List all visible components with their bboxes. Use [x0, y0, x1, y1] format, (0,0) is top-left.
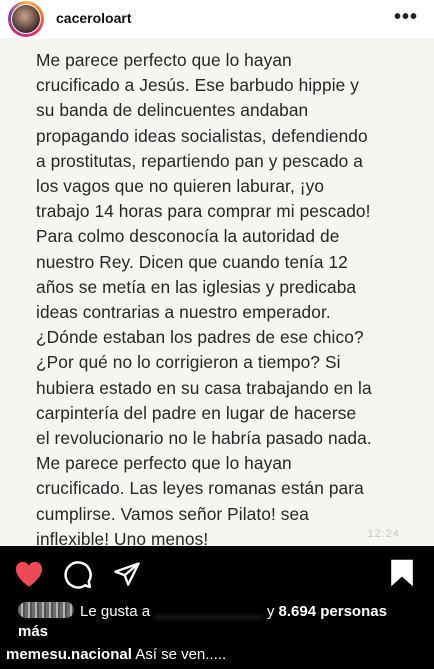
post-text-line: crucificado a Jesús. Ese barbudo hippie … — [36, 75, 360, 96]
bookmark-icon[interactable] — [390, 558, 414, 588]
more-options-icon[interactable]: ••• — [394, 6, 418, 29]
post-text-line: Me parece perfecto que lo hayan — [36, 50, 292, 70]
post-text-line: ¿Por qué no lo corrigieron a tiempo? Si — [36, 352, 341, 373]
post-text-line: trabajo 14 horas para comprar mi pescado… — [36, 201, 371, 222]
comment-icon[interactable] — [63, 560, 93, 590]
post-text-line: ideas contrarias a nuestro emperador. — [36, 302, 331, 323]
post-header: caceroloart ••• — [0, 0, 434, 39]
post-text-line: carpintería del padre en lugar de hacers… — [36, 402, 357, 423]
likes-prefix: Le gusta a — [80, 603, 151, 620]
likes-suffix[interactable]: más — [18, 623, 48, 640]
post-text: Me parece perfecto que lo hayan crucific… — [36, 48, 426, 546]
username-link[interactable]: caceroloart — [56, 10, 131, 26]
post-text-line: su banda de delincuentes andaban — [36, 100, 309, 121]
post-text-line: a prostitutas, repartiendo pan y pescado… — [36, 150, 363, 171]
liker-name[interactable]: _____________ — [154, 602, 262, 622]
post-text-line: años se metía en las iglesias y predicab… — [36, 276, 357, 297]
share-icon[interactable] — [113, 560, 141, 588]
likes-middle: y — [266, 603, 275, 620]
post-text-line: nuestro Rey. Dicen que cuando tenía 12 — [36, 251, 348, 272]
post-text-line: Me parece perfecto que lo hayan — [36, 453, 292, 474]
post-text-line: propagando ideas socialistas, defendiend… — [36, 125, 368, 146]
heart-icon[interactable] — [14, 560, 44, 588]
post-timestamp: 12:24 — [367, 528, 400, 540]
post-image[interactable]: Me parece perfecto que lo hayan crucific… — [0, 38, 434, 546]
avatar[interactable] — [8, 1, 44, 37]
post-text-line: ¿Dónde estaban los padres de ese chico? — [36, 327, 364, 348]
post-text-line: crucificado. Las leyes romanas están par… — [36, 478, 364, 499]
caption: memesu.nacional Así se ven..... — [6, 646, 226, 663]
liker-avatars — [18, 602, 74, 618]
post-text-line: Para colmo desconocía la autoridad de — [36, 226, 340, 247]
action-bar — [0, 546, 434, 602]
caption-text: Así se ven..... — [135, 646, 227, 663]
likes-summary[interactable]: Le gusta a _____________ y 8.694 persona… — [18, 602, 428, 642]
likes-count[interactable]: 8.694 personas — [279, 603, 387, 620]
caption-username[interactable]: memesu.nacional — [6, 646, 132, 663]
post-text-line: los vagos que no quieren laburar, ¡yo — [36, 176, 325, 197]
post-text-line: cumplirse. Vamos señor Pilato! sea — [36, 503, 309, 524]
post-text-line: hubiera estado en su casa trabajando en … — [36, 377, 372, 398]
avatar-image — [11, 4, 41, 34]
post-text-line: el revolucionario no le habría pasado na… — [36, 428, 372, 449]
